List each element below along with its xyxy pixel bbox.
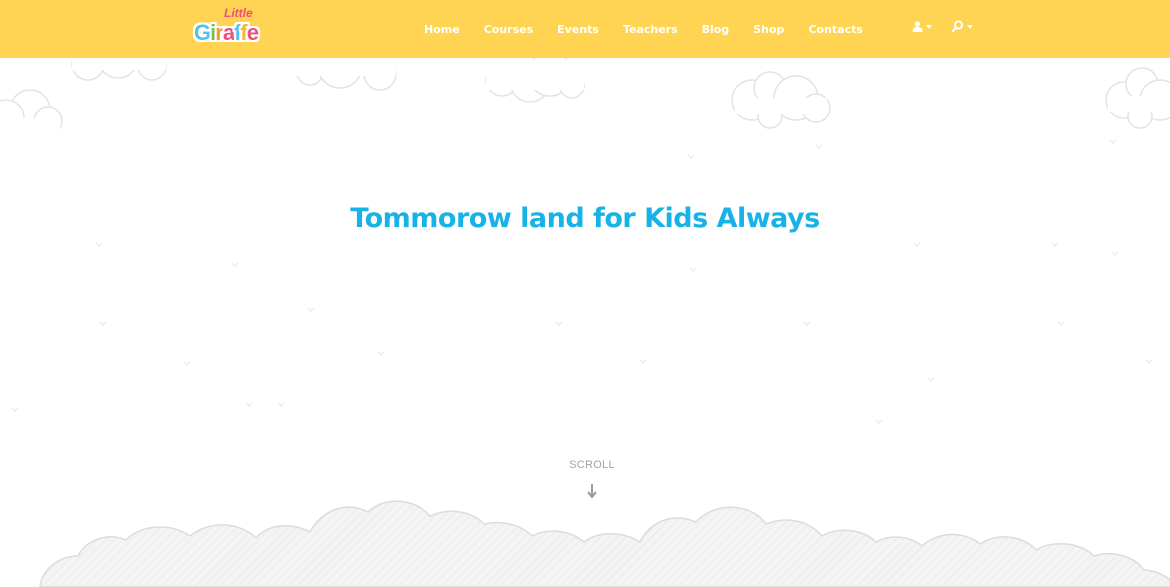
bottom-clouds (39, 500, 1170, 587)
logo-letter: a (222, 20, 235, 45)
cloud (731, 71, 831, 129)
site-logo[interactable]: Little Giraffe (194, 6, 304, 48)
cloud (1105, 67, 1170, 129)
header-bar: Little Giraffe Home Courses Events Teach… (0, 0, 1170, 58)
cloud (485, 51, 585, 103)
nav-events[interactable]: Events (557, 23, 599, 36)
logo-word: Giraffe (194, 20, 259, 46)
nav-contacts[interactable]: Contacts (808, 23, 862, 36)
scroll-label: SCROLL (569, 459, 615, 471)
cloud (0, 89, 63, 138)
header-actions (912, 20, 973, 32)
logo-letter: G (194, 20, 211, 45)
hero-title: Tommorow land for Kids Always (350, 203, 820, 234)
logo-letter: e (246, 20, 259, 45)
nav-home[interactable]: Home (424, 23, 460, 36)
search-icon (952, 20, 964, 32)
chevron-down-icon (967, 24, 973, 29)
nav-blog[interactable]: Blog (702, 23, 730, 36)
chevron-down-icon (926, 24, 932, 29)
user-menu-button[interactable] (912, 20, 932, 32)
top-clouds (0, 40, 1170, 138)
user-icon (912, 20, 923, 32)
nav-teachers[interactable]: Teachers (623, 23, 678, 36)
logo-letter: r (215, 20, 224, 45)
arrow-down-icon[interactable] (586, 482, 598, 500)
main-nav: Home Courses Events Teachers Blog Shop C… (412, 0, 875, 58)
nav-shop[interactable]: Shop (753, 23, 784, 36)
search-menu-button[interactable] (952, 20, 973, 32)
logo-small-text: Little (224, 6, 253, 20)
nav-courses[interactable]: Courses (484, 23, 533, 36)
